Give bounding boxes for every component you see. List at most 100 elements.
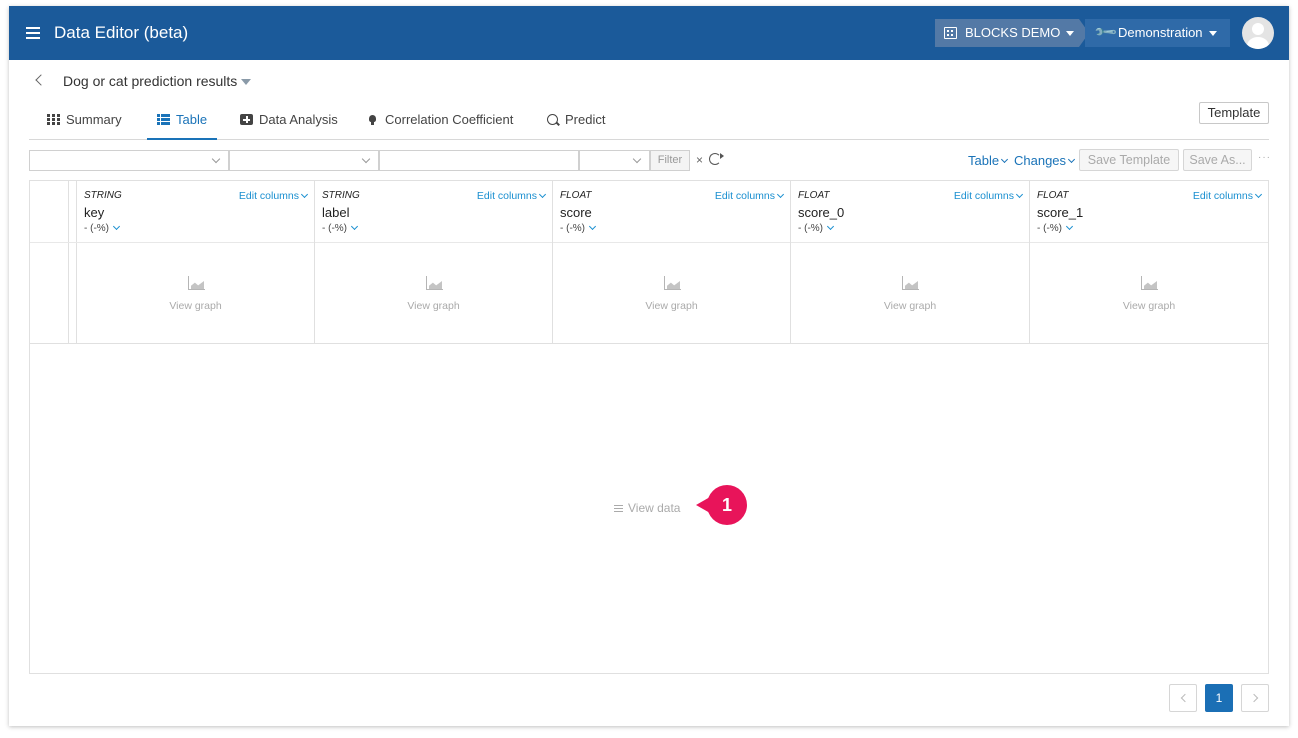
changes-menu[interactable]: Changes — [1014, 153, 1076, 168]
app-title: Data Editor (beta) — [54, 23, 189, 42]
wrench-icon: 🔧 — [1093, 20, 1119, 46]
user-avatar[interactable] — [1242, 17, 1274, 49]
chevron-down-icon — [826, 222, 835, 231]
column-name: score_1 — [1037, 205, 1084, 220]
column-stat[interactable]: - (-%) — [560, 222, 597, 234]
chevron-down-icon — [112, 222, 121, 231]
column-stat[interactable]: - (-%) — [1037, 222, 1074, 234]
column-header-score-0: FLOAT Edit columns score_0 - (-%) View g… — [791, 181, 1030, 343]
save-as-button[interactable]: Save As... — [1183, 149, 1252, 171]
column-type: FLOAT — [560, 190, 592, 201]
chevron-down-icon — [538, 190, 547, 199]
building-icon — [944, 27, 957, 39]
view-graph-link[interactable]: View graph — [77, 300, 314, 312]
column-type: FLOAT — [1037, 190, 1069, 201]
table-menu[interactable]: Table — [968, 153, 1009, 168]
column-stat[interactable]: - (-%) — [798, 222, 835, 234]
filter-operator-select[interactable] — [229, 150, 379, 171]
chevron-down-icon — [632, 154, 642, 164]
save-template-button[interactable]: Save Template — [1079, 149, 1179, 171]
column-name: score — [560, 205, 592, 220]
column-name: label — [322, 205, 350, 220]
column-name: key — [84, 205, 105, 220]
next-page-button[interactable] — [1241, 684, 1269, 712]
chart-icon[interactable] — [902, 276, 919, 290]
tab-label: Correlation Coefficient — [385, 112, 514, 127]
chevron-down-icon — [361, 154, 371, 164]
graph-divider — [30, 343, 1268, 344]
column-stat-value: - (-%) — [560, 223, 585, 234]
tab-table[interactable]: Table — [147, 106, 218, 140]
edit-columns-label: Edit columns — [476, 190, 537, 202]
edit-columns-link[interactable]: Edit columns — [953, 190, 1024, 202]
changes-menu-label: Changes — [1014, 153, 1067, 168]
column-type: STRING — [84, 190, 122, 201]
dataset-title-text: Dog or cat prediction results — [63, 73, 238, 89]
chevron-down-icon — [1068, 155, 1076, 164]
chevron-down-icon — [300, 190, 309, 199]
clear-icon[interactable]: × — [696, 153, 703, 167]
edit-columns-link[interactable]: Edit columns — [714, 190, 785, 202]
filter-value-input[interactable] — [379, 150, 579, 171]
top-header: Data Editor (beta) BLOCKS DEMO 🔧 Demonst… — [9, 6, 1289, 60]
tab-summary[interactable]: Summary — [37, 106, 132, 140]
column-type: STRING — [322, 190, 360, 201]
project-selector[interactable]: 🔧 Demonstration — [1085, 19, 1230, 47]
filter-type-select[interactable] — [579, 150, 650, 171]
menu-icon[interactable] — [26, 27, 40, 39]
view-graph-link[interactable]: View graph — [791, 300, 1029, 312]
data-table: STRING Edit columns key - (-%) View grap… — [29, 180, 1269, 674]
current-page-button[interactable]: 1 — [1205, 684, 1233, 712]
filter-column-select[interactable] — [29, 150, 229, 171]
tab-label: Predict — [565, 112, 606, 127]
column-stat[interactable]: - (-%) — [84, 222, 121, 234]
dataset-title[interactable]: Dog or cat prediction results — [63, 73, 252, 89]
edit-columns-label: Edit columns — [714, 190, 775, 202]
view-graph-link[interactable]: View graph — [315, 300, 552, 312]
tab-label: Summary — [66, 112, 122, 127]
column-stat-value: - (-%) — [798, 223, 823, 234]
column-stat-value: - (-%) — [84, 223, 109, 234]
chevron-down-icon — [211, 154, 221, 164]
view-data-link[interactable]: View data — [614, 501, 680, 515]
edit-columns-link[interactable]: Edit columns — [476, 190, 547, 202]
app-frame: Data Editor (beta) BLOCKS DEMO 🔧 Demonst… — [9, 6, 1289, 726]
tab-label: Table — [176, 112, 208, 127]
view-graph-link[interactable]: View graph — [1030, 300, 1268, 312]
search-chart-icon — [546, 114, 559, 125]
chevron-left-icon — [1180, 693, 1190, 703]
more-icon[interactable]: ··· — [1258, 152, 1271, 163]
prev-page-button[interactable] — [1169, 684, 1197, 712]
step-marker: 1 — [696, 485, 747, 525]
edit-columns-link[interactable]: Edit columns — [1193, 190, 1263, 202]
org-selector[interactable]: BLOCKS DEMO — [935, 19, 1089, 47]
tab-label: Data Analysis — [259, 112, 338, 127]
caret-down-icon — [241, 79, 252, 86]
edit-columns-label: Edit columns — [953, 190, 1014, 202]
row-number-column — [30, 181, 69, 343]
tab-bar: Summary Table Data Analysis Correlation … — [29, 106, 1269, 140]
column-stat[interactable]: - (-%) — [322, 222, 359, 234]
chevron-down-icon — [1065, 222, 1074, 231]
chart-icon[interactable] — [426, 276, 443, 290]
org-label: BLOCKS DEMO — [965, 25, 1061, 40]
table-menu-label: Table — [968, 153, 1000, 168]
filter-button[interactable]: Filter — [650, 150, 690, 171]
tab-predict[interactable]: Predict — [536, 106, 615, 140]
back-arrow-icon[interactable] — [35, 74, 47, 86]
chart-icon[interactable] — [664, 276, 681, 290]
column-header-score: FLOAT Edit columns score - (-%) View gra… — [553, 181, 791, 343]
tab-data-analysis[interactable]: Data Analysis — [230, 106, 348, 140]
edit-columns-link[interactable]: Edit columns — [239, 190, 309, 202]
chart-icon[interactable] — [1141, 276, 1158, 290]
chevron-down-icon — [350, 222, 359, 231]
refresh-icon[interactable] — [709, 153, 724, 165]
plus-square-icon — [240, 114, 253, 125]
template-button[interactable]: Template — [1199, 102, 1269, 124]
chart-icon[interactable] — [188, 276, 205, 290]
tab-correlation-coefficient[interactable]: Correlation Coefficient — [356, 106, 523, 140]
column-header-label: STRING Edit columns label - (-%) View gr… — [315, 181, 553, 343]
view-graph-link[interactable]: View graph — [553, 300, 790, 312]
lightbulb-icon — [366, 114, 379, 125]
caret-down-icon — [1066, 31, 1075, 37]
